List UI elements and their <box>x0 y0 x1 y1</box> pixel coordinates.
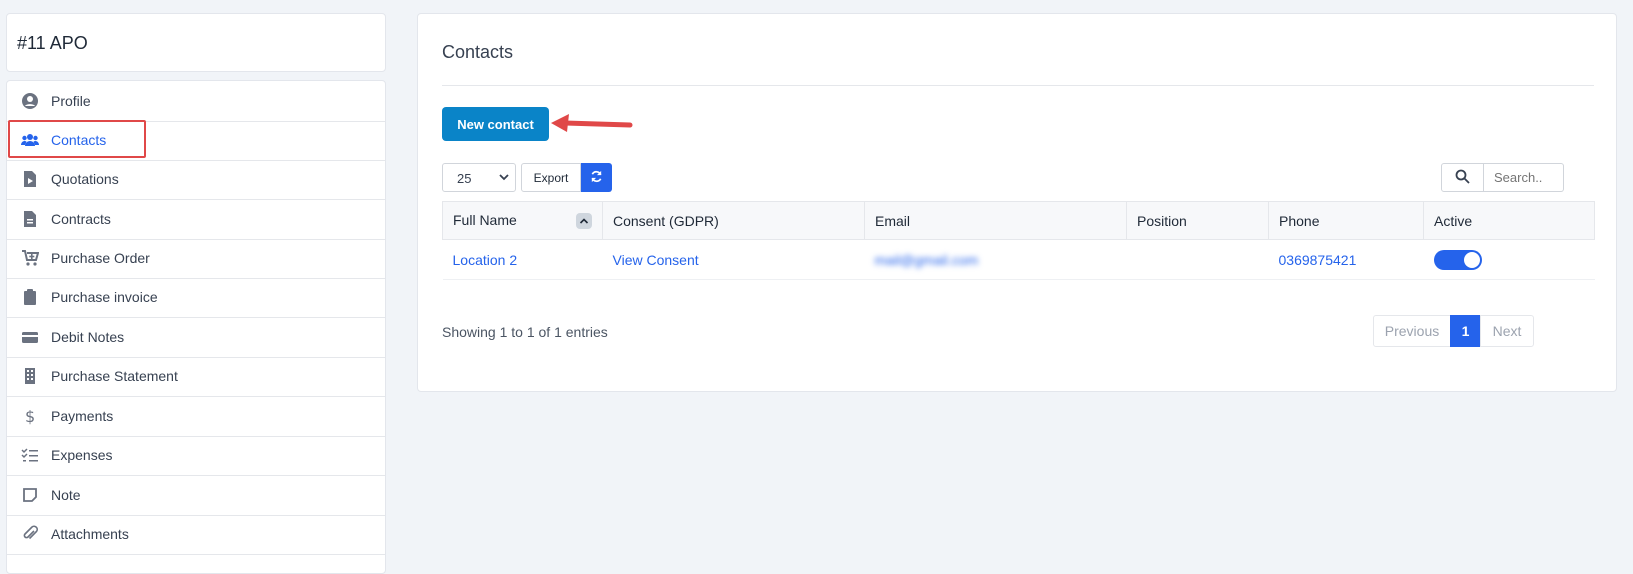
active-toggle[interactable] <box>1433 249 1482 270</box>
checklist-icon <box>21 446 39 464</box>
sidebar-item-profile[interactable]: Profile <box>7 81 385 122</box>
sidebar-item-attachments[interactable]: Attachments <box>7 514 385 555</box>
sidebar-item-label: Purchase Statement <box>51 368 178 384</box>
sidebar-item-label: Expenses <box>51 447 113 463</box>
user-circle-icon <box>21 92 39 110</box>
sidebar-item-label: Debit Notes <box>51 329 125 345</box>
view-consent-link[interactable]: View Consent <box>602 239 865 280</box>
refresh-icon <box>591 170 602 182</box>
sidebar-item-label: Payments <box>51 408 114 424</box>
entries-info: Showing 1 to 1 of 1 entries <box>442 324 608 340</box>
cart-plus-icon <box>21 249 39 267</box>
new-contact-button[interactable]: New contact <box>442 107 549 141</box>
sidebar-item-label: Profile <box>51 93 91 109</box>
red-arrow-annotation <box>551 114 633 132</box>
full-name-link[interactable]: Location 2 <box>442 239 603 280</box>
sidebar-item-purchase-order[interactable]: Purchase Order <box>7 238 385 279</box>
sidebar-item-expenses[interactable]: Expenses <box>7 435 385 476</box>
page-size-value: 25 <box>457 171 472 186</box>
document-icon <box>21 210 39 228</box>
sidebar-item-purchase-statement[interactable]: Purchase Statement <box>7 356 385 397</box>
chevron-down-icon <box>499 174 509 181</box>
contacts-highlight-box <box>8 120 146 158</box>
pagination-previous[interactable]: Previous <box>1373 315 1451 347</box>
search-input[interactable] <box>1484 163 1564 192</box>
dollar-icon: $ <box>21 407 39 425</box>
credit-card-icon <box>21 328 39 346</box>
sidebar-item-purchase-invoice[interactable]: Purchase invoice <box>7 277 385 318</box>
sticky-note-icon <box>21 486 39 504</box>
page-title: Contacts <box>442 42 514 62</box>
document-play-icon <box>21 170 39 188</box>
refresh-button[interactable] <box>581 163 612 192</box>
sidebar-item-note[interactable]: Note <box>7 475 385 516</box>
phone-link[interactable]: 0369875421 <box>1268 239 1424 280</box>
page-size-select[interactable]: 25 <box>442 163 516 192</box>
column-header-full-name[interactable]: Full Name <box>442 201 603 240</box>
vendor-title: #11 APO <box>17 33 88 53</box>
vendor-header-card: #11 APO <box>6 13 386 72</box>
column-header-active[interactable]: Active <box>1423 201 1595 240</box>
sidebar-item-label: Purchase invoice <box>51 289 158 305</box>
clipboard-icon <box>21 288 39 306</box>
contacts-panel: Contacts New contact 25 Export Full Name… <box>417 13 1617 392</box>
active-cell <box>1423 239 1595 280</box>
sidebar-item-label: Quotations <box>51 171 119 187</box>
search-icon <box>1455 169 1470 184</box>
divider <box>442 85 1594 86</box>
table-header-row: Full Name Consent (GDPR) Email Position … <box>442 201 1595 240</box>
building-icon <box>21 367 39 385</box>
contacts-table: Full Name Consent (GDPR) Email Position … <box>442 201 1595 280</box>
column-header-phone[interactable]: Phone <box>1268 201 1424 240</box>
position-cell <box>1126 239 1269 280</box>
sort-ascending-icon[interactable] <box>576 213 592 229</box>
pagination-next[interactable]: Next <box>1480 315 1534 347</box>
column-header-consent[interactable]: Consent (GDPR) <box>602 201 865 240</box>
svg-text:$: $ <box>25 407 35 425</box>
email-link[interactable]: mail@gmail.com <box>864 239 1127 280</box>
sidebar-item-debit-notes[interactable]: Debit Notes <box>7 317 385 358</box>
column-header-email[interactable]: Email <box>864 201 1127 240</box>
column-header-position[interactable]: Position <box>1126 201 1269 240</box>
column-label: Full Name <box>453 212 517 228</box>
sidebar-item-label: Purchase Order <box>51 250 150 266</box>
paperclip-icon <box>21 525 39 543</box>
sidebar-item-label: Attachments <box>51 526 129 542</box>
sidebar-item-label: Contracts <box>51 211 111 227</box>
sidebar-item-payments[interactable]: $ Payments <box>7 396 385 437</box>
pagination-page-1[interactable]: 1 <box>1450 315 1481 347</box>
export-button[interactable]: Export <box>521 163 581 192</box>
sidebar-item-contracts[interactable]: Contracts <box>7 199 385 240</box>
sidebar-item-label: Note <box>51 487 81 503</box>
sidebar-item-quotations[interactable]: Quotations <box>7 159 385 200</box>
search-button[interactable] <box>1441 163 1484 192</box>
table-row: Location 2 View Consent mail@gmail.com 0… <box>442 239 1595 280</box>
